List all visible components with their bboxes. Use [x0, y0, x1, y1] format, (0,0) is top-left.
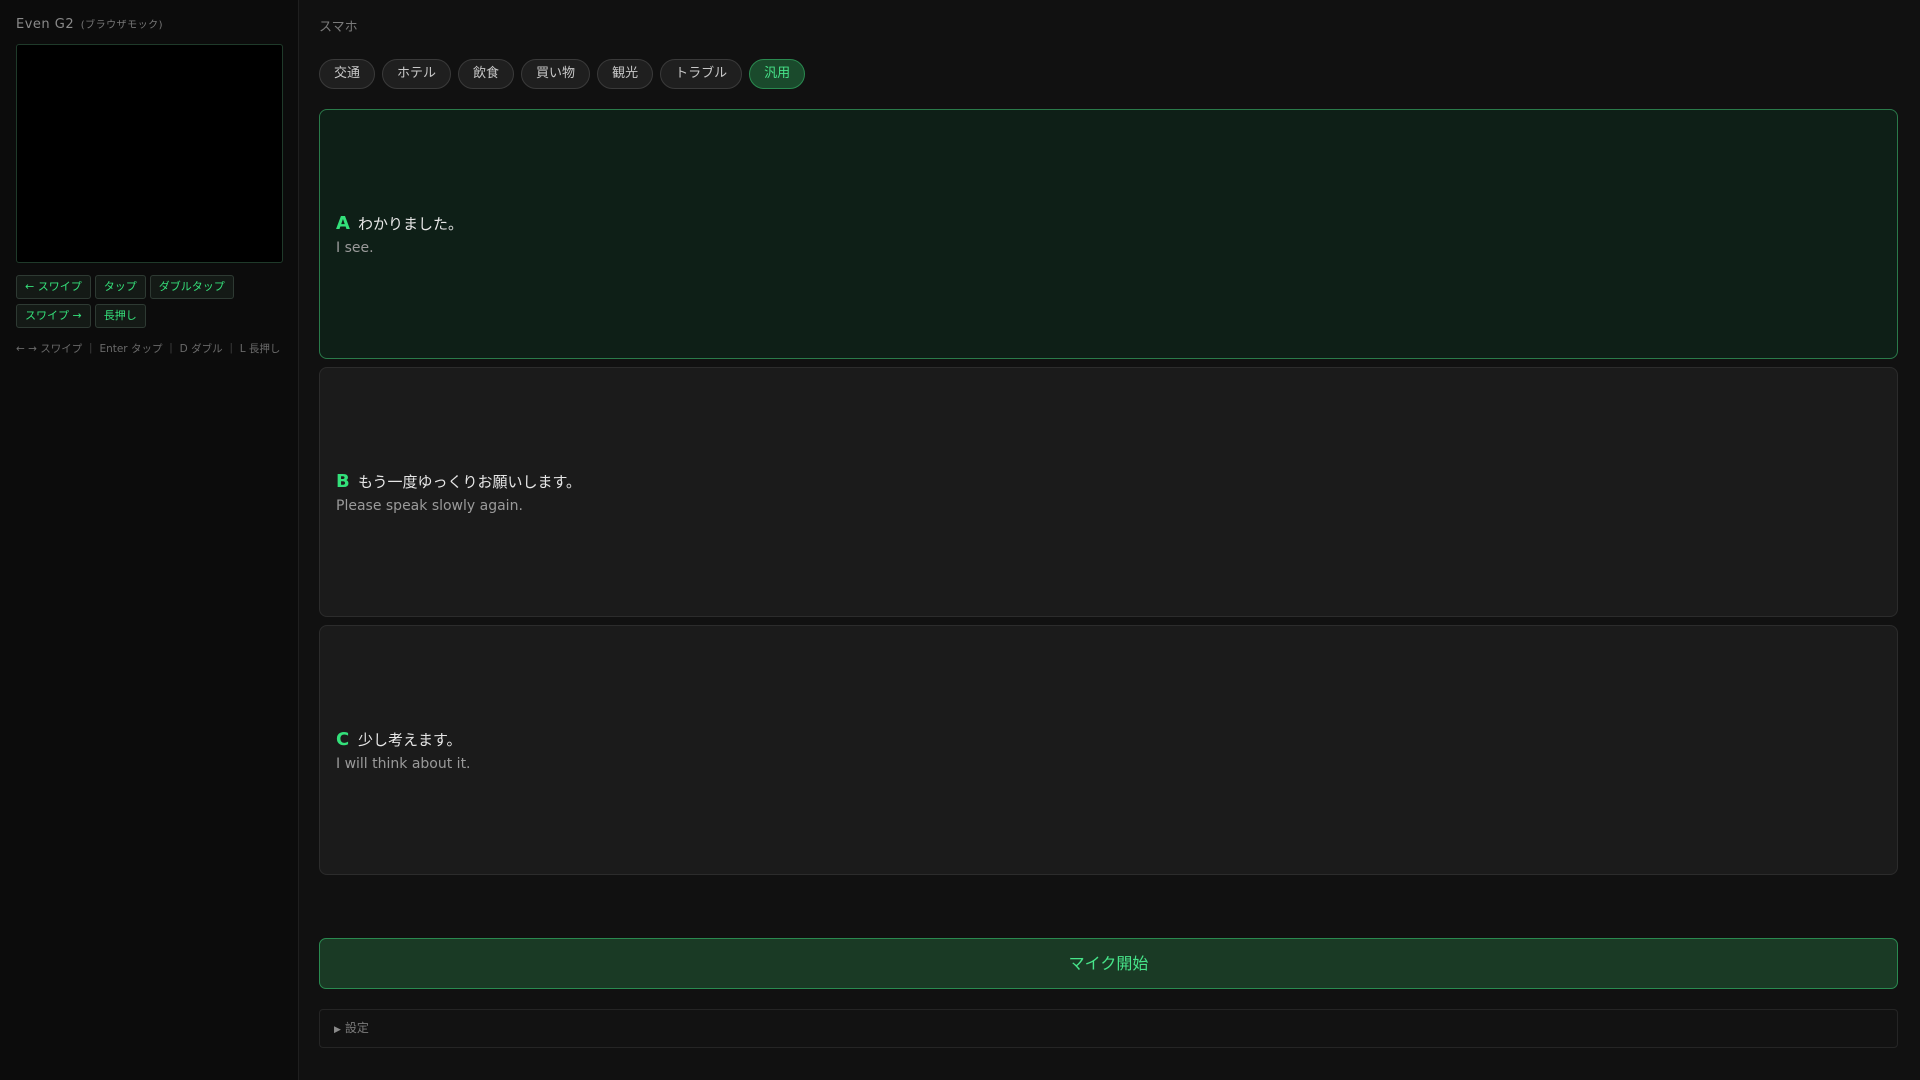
phrase-japanese: わかりました。	[358, 214, 464, 233]
phrase-letter: A	[336, 212, 350, 234]
tap-button[interactable]: タップ	[94, 275, 146, 299]
phrase-header: B もう一度ゆっくりお願いします。	[336, 471, 1897, 492]
phrase-card-b[interactable]: B もう一度ゆっくりお願いします。 Please speak slowly ag…	[319, 367, 1898, 617]
swipe-right-button[interactable]: スワイプ →	[16, 304, 91, 328]
phrase-card-a[interactable]: A わかりました。 I see.	[319, 109, 1898, 359]
settings-label: 設定	[344, 1021, 369, 1035]
tab-dining[interactable]: 飲食	[458, 59, 515, 89]
phrase-english: Please speak slowly again.	[336, 497, 523, 514]
phrase-letter: C	[336, 728, 350, 750]
settings-toggle[interactable]: ▶ 設定	[319, 1009, 1898, 1048]
swipe-left-button[interactable]: ← スワイプ	[16, 275, 91, 299]
phrase-list: A わかりました。 I see. B もう一度ゆっくりお願いします。 Pleas…	[319, 109, 1900, 875]
tab-shopping[interactable]: 買い物	[521, 59, 591, 89]
sidebar: Even G2 (ブラウザモック) ← スワイプ タップ ダブルタップ スワイプ…	[0, 0, 299, 1080]
tab-sightseeing[interactable]: 観光	[597, 59, 654, 89]
device-name: Even G2	[16, 17, 75, 32]
glasses-display-preview	[16, 44, 283, 263]
phrase-card-c[interactable]: C 少し考えます。 I will think about it.	[319, 625, 1898, 875]
gesture-buttons: ← スワイプ タップ ダブルタップ スワイプ → 長押し	[16, 275, 283, 328]
phrase-header: C 少し考えます。	[336, 729, 1897, 750]
phrase-english: I see.	[336, 239, 374, 256]
main-panel: スマホ 交通 ホテル 飲食 買い物 観光 トラブル 汎用 A わかりました。 I…	[299, 0, 1920, 1080]
category-tabs: 交通 ホテル 飲食 買い物 観光 トラブル 汎用	[319, 59, 1900, 89]
app-root: Even G2 (ブラウザモック) ← スワイプ タップ ダブルタップ スワイプ…	[0, 0, 1920, 1080]
sidebar-title: Even G2 (ブラウザモック)	[16, 15, 282, 35]
phrase-header: A わかりました。	[336, 213, 1897, 234]
tab-transport[interactable]: 交通	[319, 59, 376, 89]
phrase-japanese: もう一度ゆっくりお願いします。	[358, 472, 582, 491]
device-subtitle: (ブラウザモック)	[80, 20, 164, 31]
phrase-english: I will think about it.	[336, 755, 471, 772]
tab-general[interactable]: 汎用	[749, 59, 806, 89]
tab-hotel[interactable]: ホテル	[382, 59, 452, 89]
phrase-letter: B	[336, 470, 350, 492]
phrase-japanese: 少し考えます。	[358, 730, 462, 749]
long-press-button[interactable]: 長押し	[94, 304, 146, 328]
tab-trouble[interactable]: トラブル	[660, 59, 743, 89]
keyboard-hint: ← → スワイプ ｜ Enter タップ ｜ D ダブル ｜ L 長押し	[16, 343, 281, 355]
mic-start-button[interactable]: マイク開始	[319, 938, 1898, 989]
double-tap-button[interactable]: ダブルタップ	[149, 275, 234, 299]
page-title: スマホ	[319, 20, 358, 35]
triangle-right-icon: ▶	[334, 1025, 341, 1035]
